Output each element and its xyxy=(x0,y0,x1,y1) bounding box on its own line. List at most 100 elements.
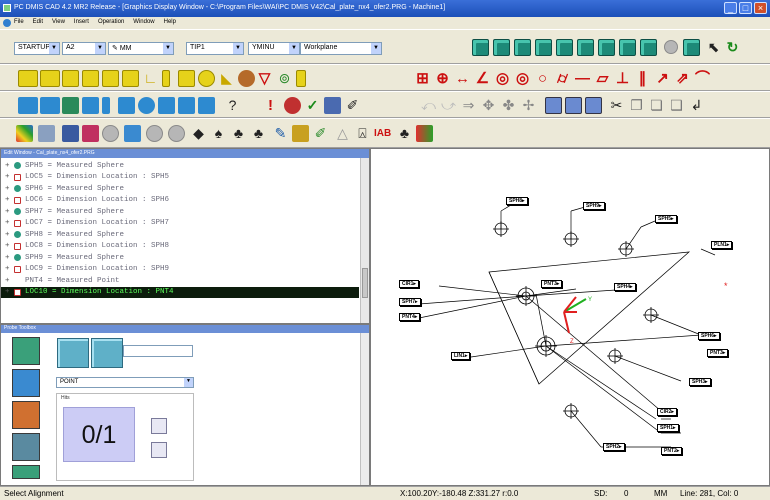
window2-icon[interactable] xyxy=(565,97,582,114)
probe-tab-1[interactable] xyxy=(57,338,89,368)
minimize-button[interactable]: _ xyxy=(724,2,737,14)
view-cube-wire-icon[interactable] xyxy=(683,39,700,56)
command-row[interactable]: + LOC7 = Dimension Location : SPH7 xyxy=(1,218,359,230)
tip-select[interactable]: A2 ▼ xyxy=(62,42,106,55)
redo-icon[interactable]: ⤻ xyxy=(440,97,457,114)
edge-point-icon[interactable]: ⊚ xyxy=(276,70,293,87)
feature-label[interactable]: SPH5▸ xyxy=(655,215,677,223)
command-row[interactable]: + LOC8 = Dimension Location : SPH8 xyxy=(1,241,359,253)
parallelism-icon[interactable]: ∥ xyxy=(634,70,651,87)
profile-icon[interactable]: ⌒ xyxy=(694,70,711,87)
command-row[interactable]: + SPH6 = Measured Sphere xyxy=(1,183,359,195)
scroll-thumb[interactable] xyxy=(362,268,368,298)
probe-mode-icon[interactable] xyxy=(62,125,79,142)
auto-plane-icon[interactable] xyxy=(40,70,60,87)
draw-icon[interactable]: ✐ xyxy=(312,125,329,142)
feature-label[interactable]: SPH3▸ xyxy=(689,378,711,386)
probe-value-field[interactable] xyxy=(123,345,193,357)
measured-slot-icon[interactable] xyxy=(158,97,175,114)
edit-window-scrollbar[interactable] xyxy=(360,158,369,323)
rotate-point-icon[interactable]: ✢ xyxy=(520,97,537,114)
delete-hit-icon[interactable] xyxy=(151,442,167,458)
path-lines-icon[interactable] xyxy=(416,125,433,142)
auto-pin-icon[interactable] xyxy=(178,70,195,87)
close-button[interactable]: × xyxy=(754,2,767,14)
translate-mode-icon[interactable]: ♣ xyxy=(230,125,247,142)
help-icon[interactable]: ? xyxy=(224,97,241,114)
units-select[interactable]: ✎ MM ▼ xyxy=(108,42,174,55)
probe-head-icon[interactable]: ♣ xyxy=(396,125,413,142)
perpendicularity-icon[interactable]: ⊥ xyxy=(614,70,631,87)
measured-cylinder-icon[interactable] xyxy=(82,97,99,114)
maximize-button[interactable]: □ xyxy=(739,2,752,14)
measured-plane-icon[interactable] xyxy=(40,97,60,114)
feature-label[interactable]: SPH2▸ xyxy=(603,443,625,451)
arrow-right-icon[interactable]: ⇒ xyxy=(460,97,477,114)
feature-label[interactable]: SPH8▸ xyxy=(506,197,528,205)
command-row[interactable]: + LOC5 = Dimension Location : SPH5 xyxy=(1,172,359,184)
feature-label[interactable]: SPH4▸ xyxy=(614,283,636,291)
expand-icon[interactable]: + xyxy=(5,231,14,239)
diamond-icon[interactable]: ◆ xyxy=(190,125,207,142)
expand-icon[interactable]: + xyxy=(5,288,14,296)
flatness-icon[interactable]: ▱ xyxy=(594,70,611,87)
surface-point-icon[interactable]: ▽ xyxy=(256,70,273,87)
view-cube-front-icon[interactable] xyxy=(493,39,510,56)
feature-label[interactable]: PNT3▸ xyxy=(541,280,563,288)
distance-icon[interactable]: ↔ xyxy=(454,70,471,87)
view-set-select[interactable]: YMINU ▼ xyxy=(248,42,300,55)
cut-icon[interactable]: ✂ xyxy=(608,97,625,114)
scan-icon[interactable] xyxy=(12,465,40,479)
workplane-select[interactable]: Workplane ▼ xyxy=(300,42,382,55)
probe-tip-select[interactable]: TIP1 ▼ xyxy=(186,42,244,55)
filter-icon[interactable] xyxy=(168,125,185,142)
command-row[interactable]: + LOC9 = Dimension Location : SPH9 xyxy=(1,264,359,276)
return-icon[interactable]: ↲ xyxy=(688,97,705,114)
command-row[interactable]: + SPH5 = Measured Sphere xyxy=(1,160,359,172)
check-icon[interactable]: ✓ xyxy=(304,97,321,114)
cylindricity-icon[interactable]: ⌭ xyxy=(554,70,571,87)
auto-slot-icon[interactable] xyxy=(102,70,119,87)
expand-icon[interactable]: + xyxy=(5,208,14,216)
color-map-icon[interactable] xyxy=(16,125,33,142)
concentricity-icon[interactable]: ◎ xyxy=(494,70,511,87)
copy-icon[interactable]: ❐ xyxy=(628,97,645,114)
auto-cone-icon[interactable] xyxy=(62,70,79,87)
view-cube-iso2-icon[interactable] xyxy=(619,39,636,56)
command-row[interactable]: + LOC10 = Dimension Location : PNT4 xyxy=(1,286,359,298)
hit-targets-icon[interactable] xyxy=(12,369,40,397)
probe-select[interactable]: STARTUP ▼ xyxy=(14,42,60,55)
probe-toolbox-scrollbar[interactable] xyxy=(360,333,369,485)
auto-square-icon[interactable] xyxy=(122,70,139,87)
undo-icon[interactable]: ⤺ xyxy=(420,97,437,114)
menu-operation[interactable]: Operation xyxy=(98,19,124,29)
angle-icon[interactable]: ∠ xyxy=(474,70,491,87)
triangle-icon[interactable]: △ xyxy=(334,125,351,142)
clamp-icon[interactable]: ⍓ xyxy=(354,125,371,142)
rotate-mode-icon[interactable]: ♣ xyxy=(250,125,267,142)
surface-mode-icon[interactable] xyxy=(124,125,141,142)
measured-cone-icon[interactable] xyxy=(62,97,79,114)
expand-icon[interactable]: + xyxy=(5,185,14,193)
feature-label[interactable]: LIN1▸ xyxy=(451,352,471,360)
marker-icon[interactable]: ✐ xyxy=(344,97,361,114)
expand-icon[interactable]: + xyxy=(5,173,14,181)
paste-icon[interactable]: ❏ xyxy=(648,97,665,114)
feature-label[interactable]: PNT2▸ xyxy=(661,447,683,455)
feature-label[interactable]: CIR1▸ xyxy=(399,280,419,288)
expand-icon[interactable]: + xyxy=(5,254,14,262)
menu-insert[interactable]: Insert xyxy=(74,19,89,29)
expand-icon[interactable]: + xyxy=(5,277,14,285)
feature-label[interactable]: SPH9▸ xyxy=(583,202,605,210)
stop-icon[interactable]: ! xyxy=(262,97,279,114)
feature-label[interactable]: PNT3▸ xyxy=(707,349,729,357)
pointer-icon[interactable]: ⬉ xyxy=(705,39,722,56)
vector-point-icon[interactable] xyxy=(296,70,306,87)
graphics-display[interactable]: Z Y * SPH8▸ SPH9▸ SPH5▸ PLN1▸ CIR1▸ SPH7▸ PNT4… xyxy=(370,148,770,486)
curve-mode-icon[interactable] xyxy=(82,125,99,142)
runout-icon[interactable]: ↗ xyxy=(654,70,671,87)
menu-view[interactable]: View xyxy=(52,19,65,29)
measured-sphere-icon[interactable] xyxy=(138,97,155,114)
view-sphere-icon[interactable] xyxy=(664,40,678,54)
feature-label[interactable]: SPH1▸ xyxy=(657,424,679,432)
